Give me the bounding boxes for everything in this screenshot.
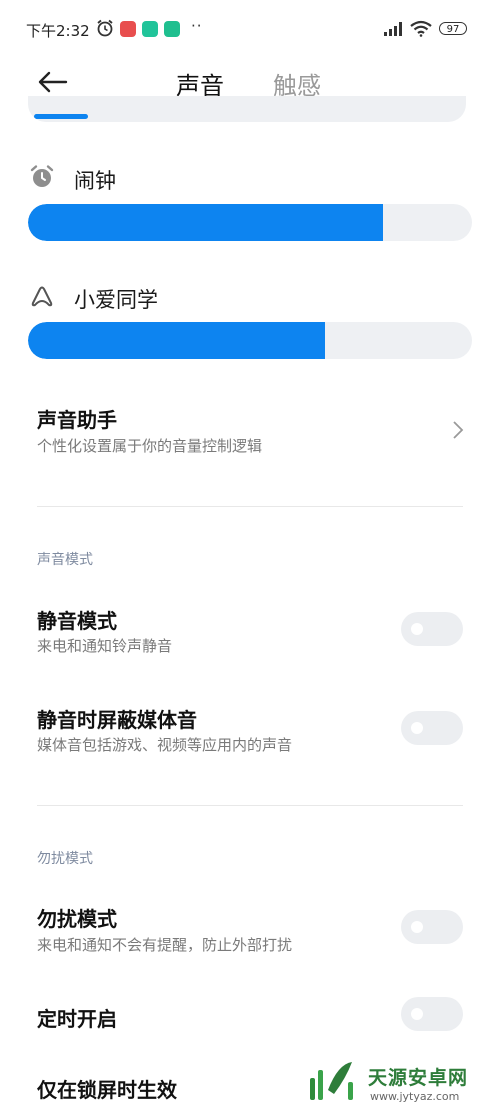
silent-mode-toggle[interactable]	[401, 612, 463, 646]
xiaoai-volume-slider[interactable]	[28, 322, 472, 359]
wifi-icon	[410, 20, 432, 37]
xiaoai-volume-label: 小爱同学	[74, 288, 158, 312]
alarm-volume-fill	[28, 204, 384, 241]
section-header-dnd-mode: 勿扰模式	[37, 851, 93, 867]
toggle-knob	[411, 1008, 423, 1020]
divider	[37, 805, 463, 806]
alarm-clock-icon	[30, 165, 54, 187]
status-app-notification-icon	[142, 21, 158, 37]
scheduled-dnd-title: 定时开启	[37, 1007, 117, 1031]
status-more-icon: ··	[191, 17, 203, 35]
alarm-volume-label: 闹钟	[74, 169, 116, 193]
previous-volume-fill	[34, 114, 88, 119]
mute-media-subtitle: 媒体音包括游戏、视频等应用内的声音	[37, 736, 293, 754]
dnd-mode-toggle[interactable]	[401, 910, 463, 944]
dnd-mode-subtitle: 来电和通知不会有提醒，防止外部打扰	[37, 936, 293, 954]
mute-media-toggle[interactable]	[401, 711, 463, 745]
xiaoai-volume-fill	[28, 322, 326, 359]
watermark-title: 天源安卓网	[368, 1067, 469, 1089]
section-header-sound-mode: 声音模式	[37, 552, 93, 568]
sound-assistant-title: 声音助手	[37, 408, 117, 432]
status-app-notification-icon	[120, 21, 136, 37]
xiaoai-icon	[31, 286, 53, 307]
dnd-mode-title: 勿扰模式	[37, 907, 117, 931]
status-time: 下午2:32	[26, 22, 90, 40]
lockscreen-only-title: 仅在锁屏时生效	[37, 1078, 177, 1102]
signal-icon	[384, 22, 402, 36]
status-app-notification-icon	[164, 21, 180, 37]
watermark-logo-icon	[310, 1062, 353, 1100]
toggle-knob	[411, 623, 423, 635]
alarm-volume-slider[interactable]	[28, 204, 472, 241]
toggle-knob	[411, 722, 423, 734]
previous-volume-slider[interactable]	[28, 96, 466, 122]
battery-indicator: 97	[439, 22, 467, 35]
scheduled-dnd-toggle[interactable]	[401, 997, 463, 1031]
mute-media-title: 静音时屏蔽媒体音	[37, 708, 197, 732]
sound-assistant-subtitle: 个性化设置属于你的音量控制逻辑	[37, 437, 263, 455]
silent-mode-subtitle: 来电和通知铃声静音	[37, 637, 173, 655]
chevron-right-icon	[453, 421, 464, 439]
silent-mode-title: 静音模式	[37, 609, 117, 633]
back-arrow-icon[interactable]	[34, 64, 74, 100]
status-alarm-icon	[97, 19, 113, 37]
watermark-url: www.jytyaz.com	[370, 1090, 460, 1103]
toggle-knob	[411, 921, 423, 933]
divider	[37, 506, 463, 507]
